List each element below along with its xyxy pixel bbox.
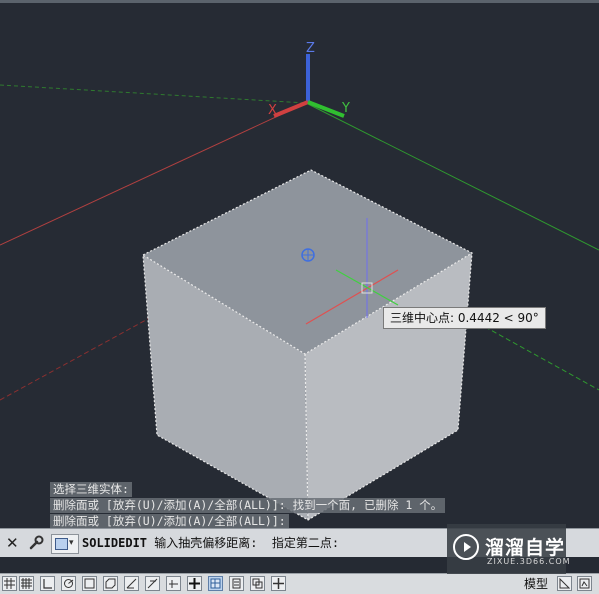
lineweight-icon[interactable] <box>187 576 202 591</box>
3d-osnap-icon[interactable] <box>103 576 118 591</box>
command-icon <box>55 538 68 550</box>
command-history-line-2: 删除面或 [放弃(U)/添加(A)/全部(ALL)]: 找到一个面, 已删除 1… <box>50 498 446 513</box>
command-history-line-1: 选择三维实体: <box>50 482 132 497</box>
ortho-icon[interactable] <box>40 576 55 591</box>
command-history-line-3: 删除面或 [放弃(U)/添加(A)/全部(ALL)]: <box>50 514 289 528</box>
recent-commands-button[interactable]: ▾ <box>51 534 79 554</box>
chevron-down-icon: ▾ <box>69 538 74 548</box>
watermark-title: 溜溜自学 <box>485 537 566 559</box>
ucs-x-label: X <box>268 103 277 118</box>
selection-cycling-icon[interactable] <box>250 576 265 591</box>
wrench-icon[interactable] <box>28 535 44 551</box>
transparency-icon[interactable] <box>208 576 223 591</box>
ducs-icon[interactable] <box>145 576 160 591</box>
ucs-z-label: Z <box>306 41 315 56</box>
ucs-icon: Z X Y <box>268 41 350 118</box>
model-tab-label[interactable]: 模型 <box>524 576 548 592</box>
play-icon <box>453 534 479 560</box>
command-input[interactable]: SOLIDEDIT 输入抽壳偏移距离: 指定第二点: <box>82 529 339 557</box>
ucs-y-label: Y <box>341 101 350 116</box>
close-icon[interactable]: ✕ <box>6 534 19 552</box>
drawing-viewport[interactable]: Z X Y 三维中心点: 0.4442 < 90° 选择三维实体: 删除面或 [… <box>0 0 599 528</box>
model-view-icon[interactable] <box>557 576 572 591</box>
dynamic-input-tooltip: 三维中心点: 0.4442 < 90° <box>383 307 546 329</box>
osnap-icon[interactable] <box>82 576 97 591</box>
otrack-icon[interactable] <box>124 576 139 591</box>
watermark-logo: 溜溜自学 ZIXUE.3D66.COM <box>447 524 570 574</box>
x-axis-negative-line <box>0 84 307 104</box>
annotation-monitor-icon[interactable] <box>271 576 286 591</box>
dyn-icon[interactable] <box>166 576 181 591</box>
command-prompt: 输入抽壳偏移距离: 指定第二点: <box>147 536 340 550</box>
layout-view-icon[interactable] <box>577 576 592 591</box>
scene-canvas[interactable]: Z X Y <box>0 0 599 528</box>
grid-icon[interactable] <box>2 576 17 591</box>
quick-properties-icon[interactable] <box>229 576 244 591</box>
grid-display-icon[interactable] <box>19 576 34 591</box>
watermark-subtitle: ZIXUE.3D66.COM <box>487 557 571 566</box>
command-name: SOLIDEDIT <box>82 536 148 550</box>
polar-icon[interactable] <box>61 576 76 591</box>
status-bar: 模型 <box>0 573 599 594</box>
